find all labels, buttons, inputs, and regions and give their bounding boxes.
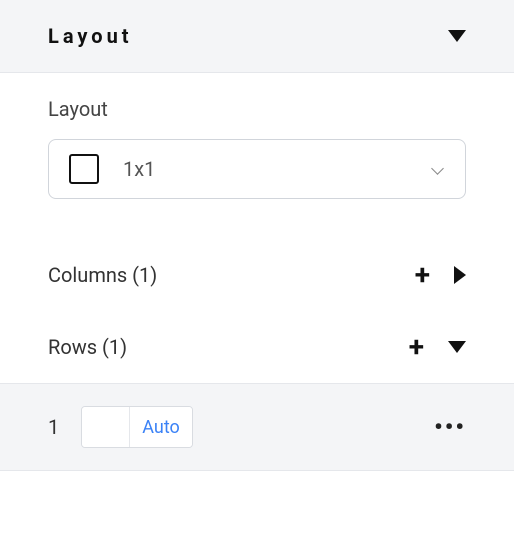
add-column-button[interactable]: + — [415, 261, 430, 289]
row-size-control[interactable]: Auto — [81, 406, 193, 448]
layout-field-label: Layout — [48, 97, 466, 121]
expand-columns-icon[interactable] — [454, 266, 466, 284]
grid-1x1-icon — [69, 154, 99, 184]
rows-label: Rows (1) — [48, 335, 127, 359]
row-size-value: Auto — [130, 407, 192, 447]
rows-section-header: Rows (1) + — [48, 311, 466, 383]
layout-select-value: 1x1 — [123, 157, 155, 181]
row-more-button[interactable]: ••• — [434, 413, 466, 441]
collapse-rows-icon[interactable] — [448, 341, 466, 353]
rows-actions: + — [409, 333, 466, 361]
row-index: 1 — [48, 415, 59, 439]
layout-select[interactable]: 1x1 — [48, 139, 466, 199]
columns-section-header: Columns (1) + — [48, 239, 466, 311]
collapse-icon — [448, 30, 466, 42]
row-item: 1 Auto ••• — [0, 383, 514, 471]
panel-title: Layout — [48, 24, 133, 48]
layout-panel-header[interactable]: Layout — [0, 0, 514, 73]
columns-actions: + — [415, 261, 466, 289]
columns-label: Columns (1) — [48, 263, 157, 287]
row-size-swatch — [82, 407, 130, 447]
row-item-content: 1 Auto — [48, 406, 193, 448]
layout-panel-body: Layout 1x1 Columns (1) + Rows (1) + — [0, 73, 514, 383]
layout-select-content: 1x1 — [69, 154, 155, 184]
chevron-down-icon — [431, 162, 445, 176]
add-row-button[interactable]: + — [409, 333, 424, 361]
